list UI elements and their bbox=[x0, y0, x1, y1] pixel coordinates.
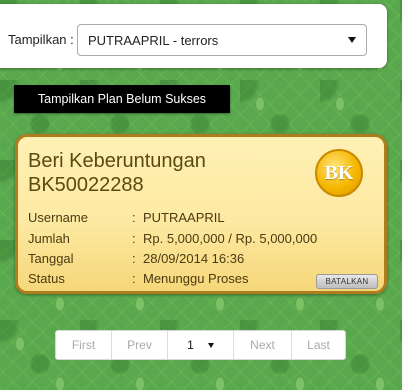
pagination: First Prev 1 Next Last bbox=[55, 330, 346, 360]
prev-page-button[interactable]: Prev bbox=[112, 331, 168, 359]
cancel-button[interactable]: BATALKAN bbox=[316, 274, 378, 289]
plan-title: Beri Keberuntungan bbox=[28, 150, 206, 172]
row-value: Rp. 5,000,000 / Rp. 5,000,000 bbox=[143, 231, 318, 246]
show-unsuccessful-plans-button[interactable]: Tampilkan Plan Belum Sukses bbox=[14, 85, 230, 113]
account-select[interactable]: PUTRAAPRIL - terrors bbox=[77, 24, 367, 56]
row-value: Menunggu Proses bbox=[143, 271, 249, 286]
row-label: Jumlah bbox=[28, 231, 70, 246]
row-separator: : bbox=[132, 231, 136, 246]
next-page-button[interactable]: Next bbox=[234, 331, 292, 359]
row-label: Status bbox=[28, 271, 65, 286]
account-select-value: PUTRAAPRIL - terrors bbox=[88, 33, 219, 48]
chevron-down-icon bbox=[348, 37, 356, 43]
row-label: Tanggal bbox=[28, 251, 74, 266]
row-separator: : bbox=[132, 210, 136, 225]
bk-badge-icon: BK bbox=[315, 149, 363, 197]
row-label: Username bbox=[28, 210, 88, 225]
page-number-value: 1 bbox=[187, 338, 194, 352]
row-value: PUTRAAPRIL bbox=[143, 210, 225, 225]
chevron-down-icon bbox=[207, 342, 214, 348]
row-value: 28/09/2014 16:36 bbox=[143, 251, 245, 266]
first-page-button[interactable]: First bbox=[56, 331, 112, 359]
plan-code: BK50022288 bbox=[28, 174, 144, 196]
page-number-select[interactable]: 1 bbox=[168, 331, 234, 359]
filter-label: Tampilkan : bbox=[8, 32, 74, 47]
filter-panel: Tampilkan : PUTRAAPRIL - terrors bbox=[0, 4, 387, 68]
row-separator: : bbox=[132, 251, 136, 266]
plan-card: Beri Keberuntungan BK50022288 BK Usernam… bbox=[15, 134, 387, 294]
row-separator: : bbox=[132, 271, 136, 286]
last-page-button[interactable]: Last bbox=[292, 331, 345, 359]
